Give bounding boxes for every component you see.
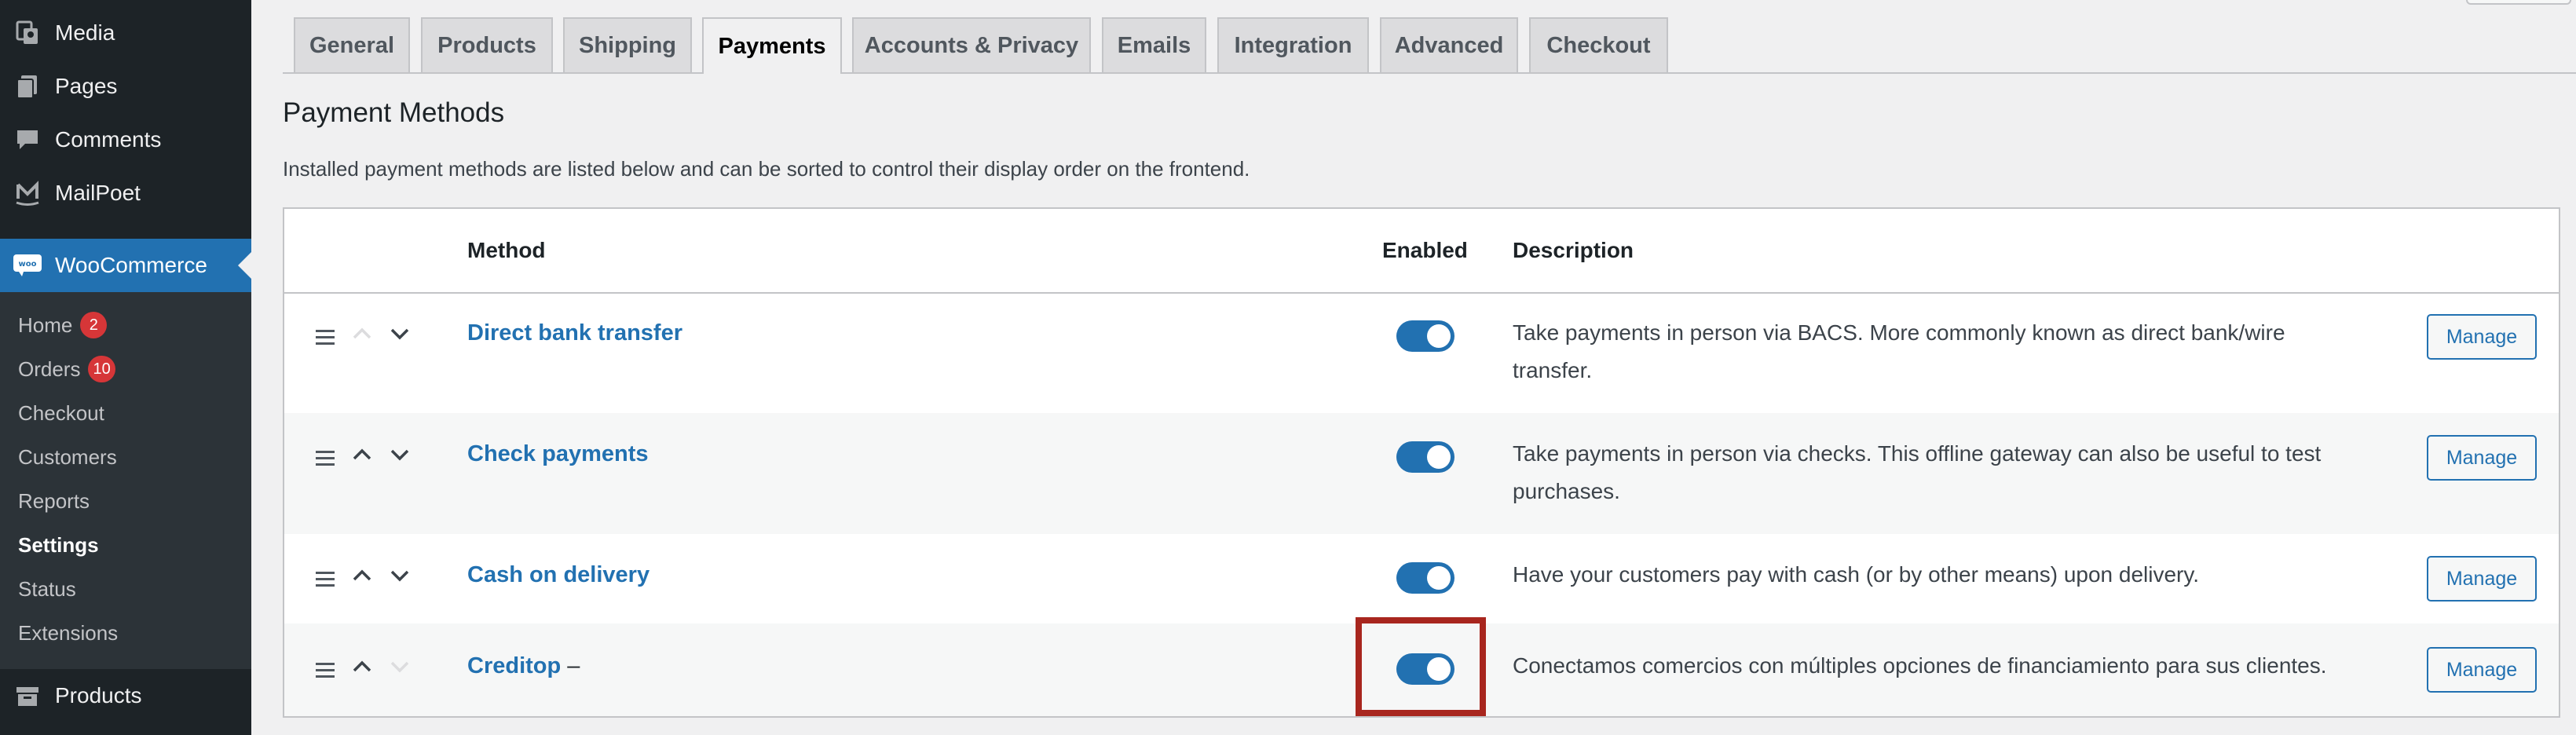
method-name: Direct bank transfer bbox=[467, 320, 682, 346]
tab-general[interactable]: General bbox=[294, 17, 410, 72]
submenu-item-settings[interactable]: Settings bbox=[18, 529, 99, 561]
submenu-item-extensions[interactable]: Extensions bbox=[18, 617, 118, 649]
tab-integration[interactable]: Integration bbox=[1217, 17, 1369, 72]
menu-label: Pages bbox=[55, 74, 118, 98]
admin-sidebar: Media Pages Comments MailPoet woo WooCom… bbox=[0, 0, 251, 735]
tab-checkout[interactable]: Checkout bbox=[1529, 17, 1668, 72]
move-down-icon[interactable] bbox=[386, 653, 413, 680]
submenu-item-customers[interactable]: Customers bbox=[18, 441, 117, 473]
tab-emails[interactable]: Emails bbox=[1102, 17, 1206, 72]
method-name: Creditop bbox=[467, 653, 562, 678]
highlight-box bbox=[1356, 617, 1486, 716]
move-down-icon[interactable] bbox=[386, 441, 413, 468]
submenu-label: Settings bbox=[18, 532, 99, 557]
submenu-item-orders[interactable]: Orders 10 bbox=[18, 353, 115, 385]
manage-button[interactable]: Manage bbox=[2427, 314, 2537, 360]
notification-badge: 2 bbox=[80, 312, 108, 338]
menu-item-pages[interactable]: Pages bbox=[0, 60, 251, 113]
menu-item-comments[interactable]: Comments bbox=[0, 113, 251, 166]
payment-method-link[interactable]: Direct bank transfer bbox=[467, 320, 682, 346]
submenu-label: Extensions bbox=[18, 620, 119, 645]
table-row: Direct bank transfer Take payments in pe… bbox=[284, 294, 2559, 413]
submenu-item-status[interactable]: Status bbox=[18, 573, 76, 605]
current-menu-arrow bbox=[238, 252, 251, 279]
manage-button[interactable]: Manage bbox=[2427, 435, 2537, 481]
menu-item-media[interactable]: Media bbox=[0, 6, 251, 60]
media-icon bbox=[13, 18, 42, 48]
method-suffix: – bbox=[567, 653, 580, 678]
products-icon bbox=[13, 681, 42, 711]
move-up-icon[interactable] bbox=[349, 562, 375, 589]
toggle-knob bbox=[1427, 445, 1451, 469]
method-description: Have your customers pay with cash (or by… bbox=[1513, 562, 2200, 587]
submenu-item-home[interactable]: Home 2 bbox=[18, 309, 108, 341]
submenu-label: Status bbox=[18, 576, 76, 601]
menu-item-woocommerce[interactable]: woo WooCommerce bbox=[0, 239, 251, 292]
screen-options-tab[interactable] bbox=[2466, 0, 2571, 5]
enabled-toggle[interactable] bbox=[1396, 562, 1454, 594]
enabled-toggle[interactable] bbox=[1396, 320, 1454, 352]
method-description: Take payments in person via checks. This… bbox=[1513, 441, 2322, 503]
menu-label: Products bbox=[55, 683, 142, 708]
toggle-knob bbox=[1427, 566, 1451, 590]
column-header-method: Method bbox=[467, 238, 546, 262]
mailpoet-icon bbox=[13, 178, 42, 208]
tab-products[interactable]: Products bbox=[421, 17, 553, 72]
column-header-description: Description bbox=[1513, 238, 1634, 262]
move-up-icon[interactable] bbox=[349, 653, 375, 680]
menu-item-products[interactable]: Products bbox=[0, 669, 251, 722]
menu-label: Comments bbox=[55, 127, 162, 152]
method-description: Take payments in person via BACS. More c… bbox=[1513, 320, 2285, 382]
drag-handle-icon[interactable] bbox=[316, 330, 335, 349]
menu-label: Media bbox=[55, 20, 115, 45]
tab-shipping[interactable]: Shipping bbox=[563, 17, 692, 72]
woocommerce-icon: woo bbox=[13, 250, 42, 280]
woocommerce-submenu: Home 2 Orders 10 Checkout Customers Repo… bbox=[0, 292, 251, 669]
method-name: Cash on delivery bbox=[467, 562, 650, 587]
notification-badge: 10 bbox=[88, 356, 115, 382]
method-description: Conectamos comercios con múltiples opcio… bbox=[1513, 653, 2327, 678]
tab-advanced[interactable]: Advanced bbox=[1380, 17, 1518, 72]
submenu-label: Reports bbox=[18, 488, 90, 513]
submenu-item-checkout[interactable]: Checkout bbox=[18, 397, 104, 429]
column-header-enabled: Enabled bbox=[1382, 238, 1468, 262]
menu-label: MailPoet bbox=[55, 181, 141, 205]
drag-handle-icon[interactable] bbox=[316, 572, 335, 591]
payment-method-link[interactable]: Creditop – bbox=[467, 653, 580, 679]
table-row: Check payments Take payments in person v… bbox=[284, 413, 2559, 534]
section-description: Installed payment methods are listed bel… bbox=[283, 157, 1250, 181]
menu-label: WooCommerce bbox=[55, 253, 207, 277]
woocommerce-logo-text: woo bbox=[19, 260, 37, 269]
section-title: Payment Methods bbox=[283, 97, 505, 128]
submenu-label: Orders bbox=[18, 357, 81, 381]
move-down-icon[interactable] bbox=[386, 320, 413, 347]
manage-button[interactable]: Manage bbox=[2427, 647, 2537, 693]
submenu-label: Customers bbox=[18, 444, 117, 469]
pages-icon bbox=[13, 71, 42, 101]
move-up-icon[interactable] bbox=[349, 320, 375, 347]
drag-handle-icon[interactable] bbox=[316, 663, 335, 682]
method-name: Check payments bbox=[467, 441, 649, 466]
table-header: Method Enabled Description bbox=[284, 209, 2559, 294]
move-up-icon[interactable] bbox=[349, 441, 375, 468]
submenu-label: Home bbox=[18, 313, 73, 337]
menu-item-mailpoet[interactable]: MailPoet bbox=[0, 166, 251, 220]
tab-accounts-privacy[interactable]: Accounts & Privacy bbox=[852, 17, 1091, 72]
toggle-knob bbox=[1427, 324, 1451, 348]
payment-method-link[interactable]: Check payments bbox=[467, 441, 649, 467]
drag-handle-icon[interactable] bbox=[316, 451, 335, 470]
manage-button[interactable]: Manage bbox=[2427, 556, 2537, 602]
submenu-label: Checkout bbox=[18, 400, 104, 425]
table-row: Cash on delivery Have your customers pay… bbox=[284, 534, 2559, 623]
submenu-item-reports[interactable]: Reports bbox=[18, 485, 90, 517]
enabled-toggle[interactable] bbox=[1396, 441, 1454, 473]
tabs-baseline bbox=[283, 72, 2576, 74]
payment-method-link[interactable]: Cash on delivery bbox=[467, 562, 649, 588]
move-down-icon[interactable] bbox=[386, 562, 413, 589]
comments-icon bbox=[13, 125, 42, 155]
tab-payments[interactable]: Payments bbox=[702, 17, 842, 74]
